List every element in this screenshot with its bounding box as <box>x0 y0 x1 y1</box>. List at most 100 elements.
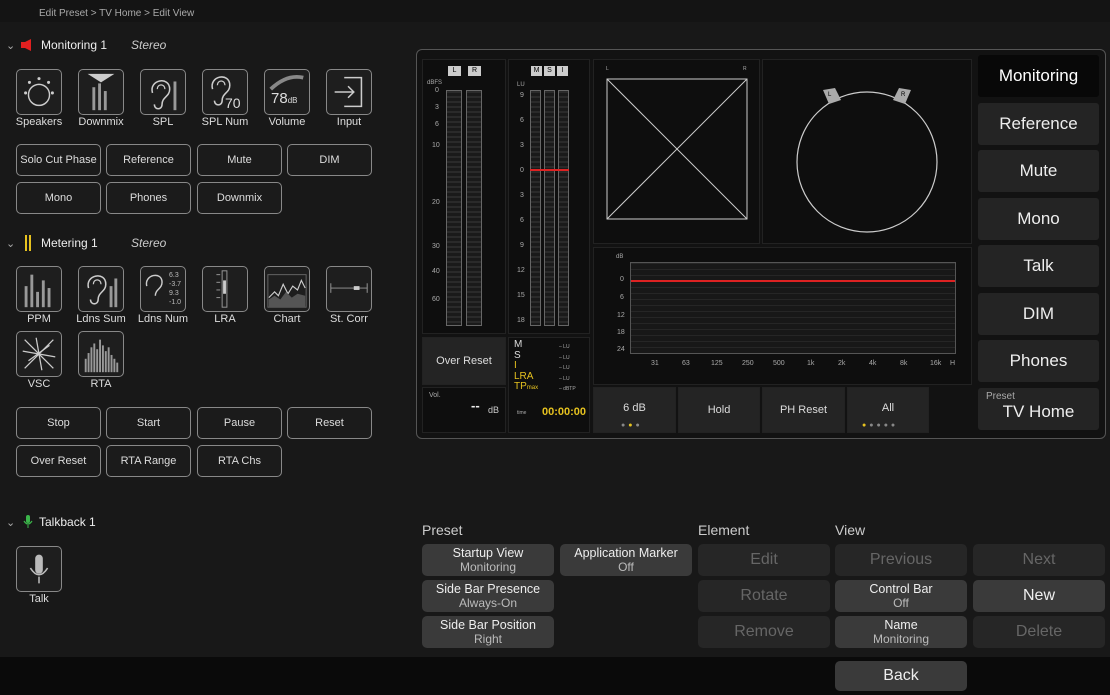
element-edit-button[interactable]: Edit <box>698 544 830 576</box>
ppm-bars-icon <box>24 274 51 308</box>
bottom-bar: Back <box>0 657 1110 695</box>
preset-name: TV Home <box>1002 402 1075 421</box>
sidebar-mute[interactable]: Mute <box>978 150 1099 192</box>
ppm-l-label: L <box>448 66 461 76</box>
lra-tile[interactable] <box>202 266 248 312</box>
ldns-val: -1.0 <box>169 299 182 306</box>
goniometer[interactable]: L R <box>593 59 760 244</box>
chart-tile[interactable] <box>264 266 310 312</box>
preview-range-button[interactable]: 6 dB ●●● <box>593 387 676 433</box>
rta-plot <box>630 262 956 354</box>
application-marker-button[interactable]: Application Marker Off <box>560 544 692 576</box>
pause-button[interactable]: Pause <box>197 407 282 439</box>
over-reset-button[interactable]: Over Reset <box>16 445 101 477</box>
reset-button[interactable]: Reset <box>287 407 372 439</box>
speakers-tile[interactable] <box>16 69 62 115</box>
sidebar-talk[interactable]: Talk <box>978 245 1099 287</box>
phones-button[interactable]: Phones <box>106 182 191 214</box>
view-new-button[interactable]: New <box>973 580 1105 612</box>
sidebar-preset[interactable]: Preset TV Home <box>978 388 1099 430</box>
vsc-circle <box>796 88 938 233</box>
rta-chs-button[interactable]: RTA Chs <box>197 445 282 477</box>
spl-tile[interactable] <box>140 69 186 115</box>
view-next-button[interactable]: Next <box>973 544 1105 576</box>
start-button[interactable]: Start <box>106 407 191 439</box>
ppm-tile[interactable] <box>16 266 62 312</box>
side-bar-presence-button[interactable]: Side Bar Presence Always-On <box>422 580 554 612</box>
vol-value: -- <box>471 398 480 413</box>
vsc-tile[interactable] <box>16 331 62 377</box>
ear-icon <box>87 275 118 308</box>
talk-tile[interactable] <box>16 546 62 592</box>
rta-unit: dB <box>616 254 624 260</box>
dim-button[interactable]: DIM <box>287 144 372 176</box>
speakers-icon <box>24 77 54 107</box>
ldns-num-tile[interactable]: 6.3 -3.7 9.3 -1.0 <box>140 266 186 312</box>
ldns-tick: 12 <box>517 267 525 274</box>
breadcrumb: Edit Preset > TV Home > Edit View <box>0 0 1110 22</box>
preview-over-reset-button[interactable]: Over Reset <box>422 337 506 385</box>
st-corr-tile[interactable] <box>326 266 372 312</box>
side-bar-position-button[interactable]: Side Bar Position Right <box>422 616 554 648</box>
ppm-tick: 20 <box>432 199 440 206</box>
all-label: All <box>881 402 895 414</box>
sidebar-mono[interactable]: Mono <box>978 198 1099 240</box>
mono-button[interactable]: Mono <box>16 182 101 214</box>
sidebar-reference[interactable]: Reference <box>978 103 1099 145</box>
sidebar-dim[interactable]: DIM <box>978 293 1099 335</box>
rta-tile[interactable] <box>78 331 124 377</box>
talkback-title: Talkback 1 <box>39 515 96 529</box>
chevron-down-icon: ⌄ <box>6 516 16 529</box>
gonio-r-label: R <box>743 66 747 72</box>
sidebar-monitoring[interactable]: Monitoring <box>978 55 1099 97</box>
ldns-tick: 9 <box>520 92 524 99</box>
ldns-sum-tile[interactable] <box>78 266 124 312</box>
ldns-tick: 6 <box>520 117 524 124</box>
vsc-display[interactable]: L R <box>762 59 972 244</box>
back-button[interactable]: Back <box>835 661 967 691</box>
downmix-tile[interactable] <box>78 69 124 115</box>
downmix-button[interactable]: Downmix <box>197 182 282 214</box>
input-tile[interactable] <box>326 69 372 115</box>
all-dots: ●●●●● <box>862 422 899 429</box>
downmix-icon <box>87 73 115 111</box>
reference-button[interactable]: Reference <box>106 144 191 176</box>
section-metering-header[interactable]: ⌄ Metering 1 Stereo <box>6 235 166 251</box>
volume-tile[interactable]: 78dB <box>264 69 310 115</box>
ldns-unit: LU <box>517 82 525 88</box>
ldns-i-label: I <box>557 66 568 76</box>
element-remove-button[interactable]: Remove <box>698 616 830 648</box>
preview-ph-reset-button[interactable]: PH Reset <box>762 387 845 433</box>
rta-xtick: 16k <box>930 360 942 367</box>
ppm-tick: 60 <box>432 296 440 303</box>
ppm-tick: 3 <box>435 104 439 111</box>
stop-button[interactable]: Stop <box>16 407 101 439</box>
preview-hold-button[interactable]: Hold <box>678 387 760 433</box>
section-monitoring-header[interactable]: ⌄ Monitoring 1 Stereo <box>6 38 166 52</box>
mute-button[interactable]: Mute <box>197 144 282 176</box>
preset-header: Preset <box>422 522 463 538</box>
rta-range-button[interactable]: RTA Range <box>106 445 191 477</box>
view-name-button[interactable]: Name Monitoring <box>835 616 967 648</box>
rta-xtick: 2k <box>838 360 846 367</box>
goniometer-frame <box>606 78 748 220</box>
control-bar-button[interactable]: Control Bar Off <box>835 580 967 612</box>
microphone-icon <box>29 554 49 584</box>
rta-xtick: 500 <box>773 360 785 367</box>
preview-all-button[interactable]: All ●●●●● <box>847 387 929 433</box>
spl-num-value: 70 <box>225 95 241 111</box>
vol-unit: dB <box>488 405 500 415</box>
icon-label-talk: Talk <box>29 593 49 605</box>
section-talkback-header[interactable]: ⌄ Talkback 1 <box>6 515 96 529</box>
sidebar-phones[interactable]: Phones <box>978 340 1099 382</box>
view-delete-button[interactable]: Delete <box>973 616 1105 648</box>
solo-cut-phase-button[interactable]: Solo Cut Phase <box>16 144 101 176</box>
spl-num-tile[interactable]: 70 <box>202 69 248 115</box>
ppm-tick: 10 <box>432 142 440 149</box>
ppm-meter[interactable]: L R dBFS <box>422 59 506 334</box>
startup-view-button[interactable]: Startup View Monitoring <box>422 544 554 576</box>
ldns-tick: 15 <box>517 292 525 299</box>
element-rotate-button[interactable]: Rotate <box>698 580 830 612</box>
ldns-val: -3.7 <box>169 281 182 288</box>
view-previous-button[interactable]: Previous <box>835 544 967 576</box>
